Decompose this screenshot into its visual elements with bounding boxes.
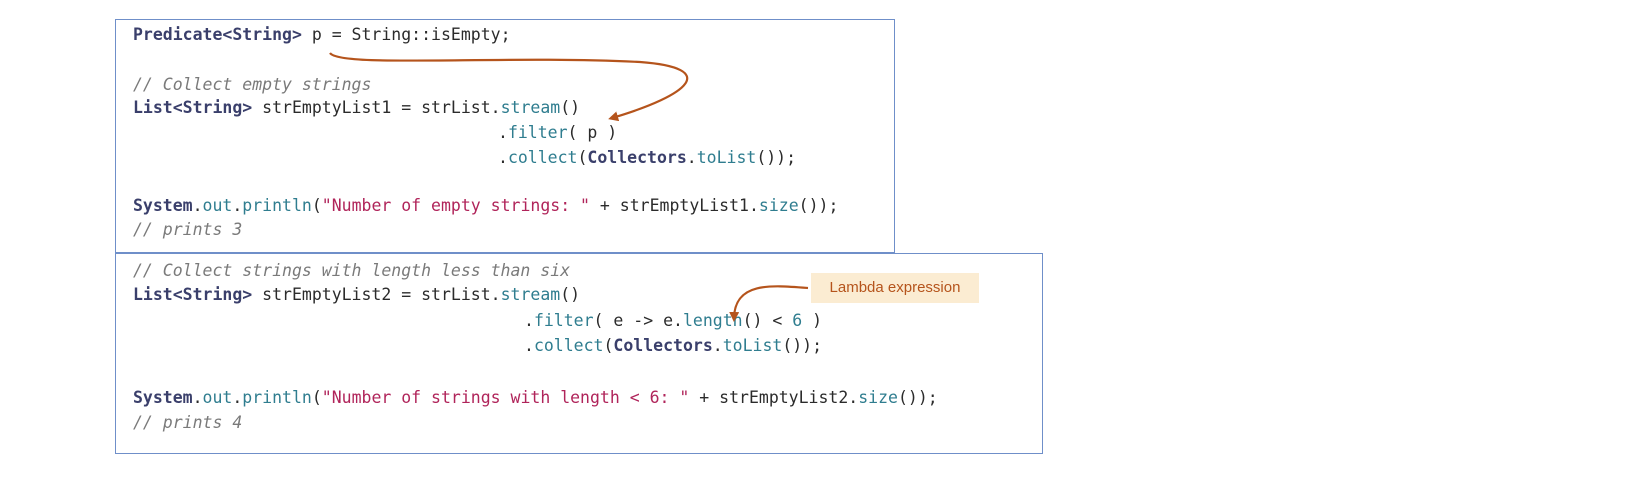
code-block-1: Predicate<String> p = String::isEmpty; /… xyxy=(115,19,895,253)
code-line-collect: .collect(Collectors.toList()); xyxy=(524,336,822,356)
code-number: 6 xyxy=(792,311,803,330)
code-comment: // Collect strings with length less than… xyxy=(133,261,570,281)
code-text: ( xyxy=(311,196,322,215)
code-text: ( xyxy=(311,388,322,407)
code-method: toList xyxy=(696,148,757,167)
callout-label: Lambda expression xyxy=(829,279,961,296)
code-comment: // prints 3 xyxy=(133,220,242,240)
code-field: out xyxy=(202,196,233,215)
code-text: . xyxy=(192,196,203,215)
code-text: . xyxy=(712,336,723,355)
code-text: . xyxy=(232,196,243,215)
code-method: filter xyxy=(507,123,568,142)
code-class: Collectors xyxy=(613,336,713,355)
code-method: collect xyxy=(533,336,604,355)
comment-text: // prints 4 xyxy=(133,413,243,432)
code-class: System xyxy=(133,388,193,407)
code-text: ( xyxy=(603,336,614,355)
code-method: println xyxy=(242,196,312,215)
code-text: ) xyxy=(802,311,823,330)
code-type: List<String> xyxy=(133,285,253,304)
code-text: ( xyxy=(577,148,588,167)
code-method: size xyxy=(758,196,799,215)
code-text: + strEmptyList2. xyxy=(689,388,859,407)
code-line-collect: .collect(Collectors.toList()); xyxy=(498,148,796,168)
code-field: out xyxy=(202,388,233,407)
comment-text: // Collect empty strings xyxy=(133,75,372,94)
code-text: strEmptyList1 = strList. xyxy=(252,98,501,117)
code-line-println: System.out.println("Number of empty stri… xyxy=(133,196,838,216)
code-method: stream xyxy=(500,285,561,304)
code-line-list2: List<String> strEmptyList2 = strList.str… xyxy=(133,285,580,305)
code-comment: // Collect empty strings xyxy=(133,75,371,95)
code-text: . xyxy=(498,148,508,167)
code-method: length xyxy=(682,311,743,330)
code-method: toList xyxy=(722,336,783,355)
code-string: "Number of empty strings: " xyxy=(321,196,590,215)
code-string: "Number of strings with length < 6: " xyxy=(321,388,690,407)
code-text: . xyxy=(524,311,534,330)
code-text: ()); xyxy=(782,336,823,355)
code-type: List<String> xyxy=(133,98,253,117)
code-text: . xyxy=(232,388,243,407)
code-text: ()); xyxy=(798,196,839,215)
code-line-filter: .filter( p ) xyxy=(498,123,617,143)
code-type: Predicate<String> xyxy=(133,25,302,44)
code-text: ( p ) xyxy=(567,123,618,142)
code-comment: // prints 4 xyxy=(133,413,242,433)
code-text: ()); xyxy=(897,388,938,407)
code-text: . xyxy=(524,336,534,355)
code-class: System xyxy=(133,196,193,215)
code-method: size xyxy=(858,388,898,407)
code-text: ()); xyxy=(756,148,797,167)
code-text: () < xyxy=(742,311,793,330)
code-text: () xyxy=(560,98,581,117)
code-text: . xyxy=(498,123,508,142)
code-text: () xyxy=(560,285,581,304)
code-text: p = String::isEmpty; xyxy=(301,25,511,44)
lambda-callout: Lambda expression xyxy=(811,273,979,303)
comment-text: // prints 3 xyxy=(133,220,243,239)
code-line-list1: List<String> strEmptyList1 = strList.str… xyxy=(133,98,580,118)
code-method: filter xyxy=(533,311,594,330)
code-line-println: System.out.println("Number of strings wi… xyxy=(133,388,938,408)
code-text: . xyxy=(686,148,697,167)
code-line-predicate: Predicate<String> p = String::isEmpty; xyxy=(133,25,511,45)
code-text: + strEmptyList1. xyxy=(590,196,759,215)
code-line-filter-lambda: .filter( e -> e.length() < 6 ) xyxy=(524,311,822,331)
code-text: strEmptyList2 = strList. xyxy=(252,285,501,304)
code-text: . xyxy=(192,388,203,407)
comment-text: // Collect strings with length less than… xyxy=(133,261,571,280)
code-class: Collectors xyxy=(587,148,687,167)
code-method: println xyxy=(242,388,312,407)
code-method: stream xyxy=(500,98,561,117)
code-text: ( e -> e. xyxy=(593,311,683,330)
code-method: collect xyxy=(507,148,578,167)
